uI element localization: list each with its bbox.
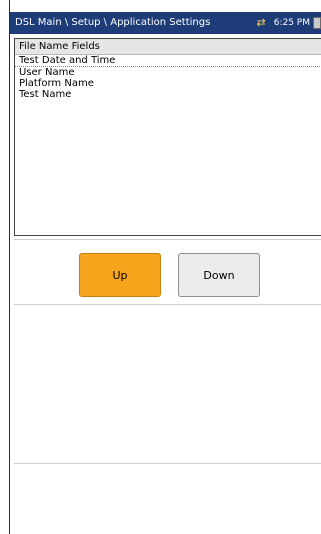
status-area: ⇄ 6:25 PM [257,12,321,34]
list-item[interactable]: Platform Name [15,78,321,89]
up-button[interactable]: Up [79,253,161,297]
breadcrumb: DSL Main \ Setup \ Application Settings [15,17,211,28]
transfer-arrows-icon: ⇄ [256,16,266,29]
divider [14,304,321,305]
file-name-fields-list: File Name Fields Test Date and Time User… [14,38,321,236]
clock: 6:25 PM [273,18,310,28]
divider [14,463,321,464]
divider [14,239,321,240]
device-bezel-edge [9,0,10,534]
battery-icon [313,17,321,29]
title-bar: DSL Main \ Setup \ Application Settings … [10,12,321,34]
down-button[interactable]: Down [178,253,260,297]
list-item[interactable]: Test Name [15,89,321,100]
list-item[interactable]: Test Date and Time [15,55,321,67]
app-screen: DSL Main \ Setup \ Application Settings … [0,0,321,534]
list-item[interactable]: User Name [15,67,321,78]
list-header: File Name Fields [15,39,321,55]
